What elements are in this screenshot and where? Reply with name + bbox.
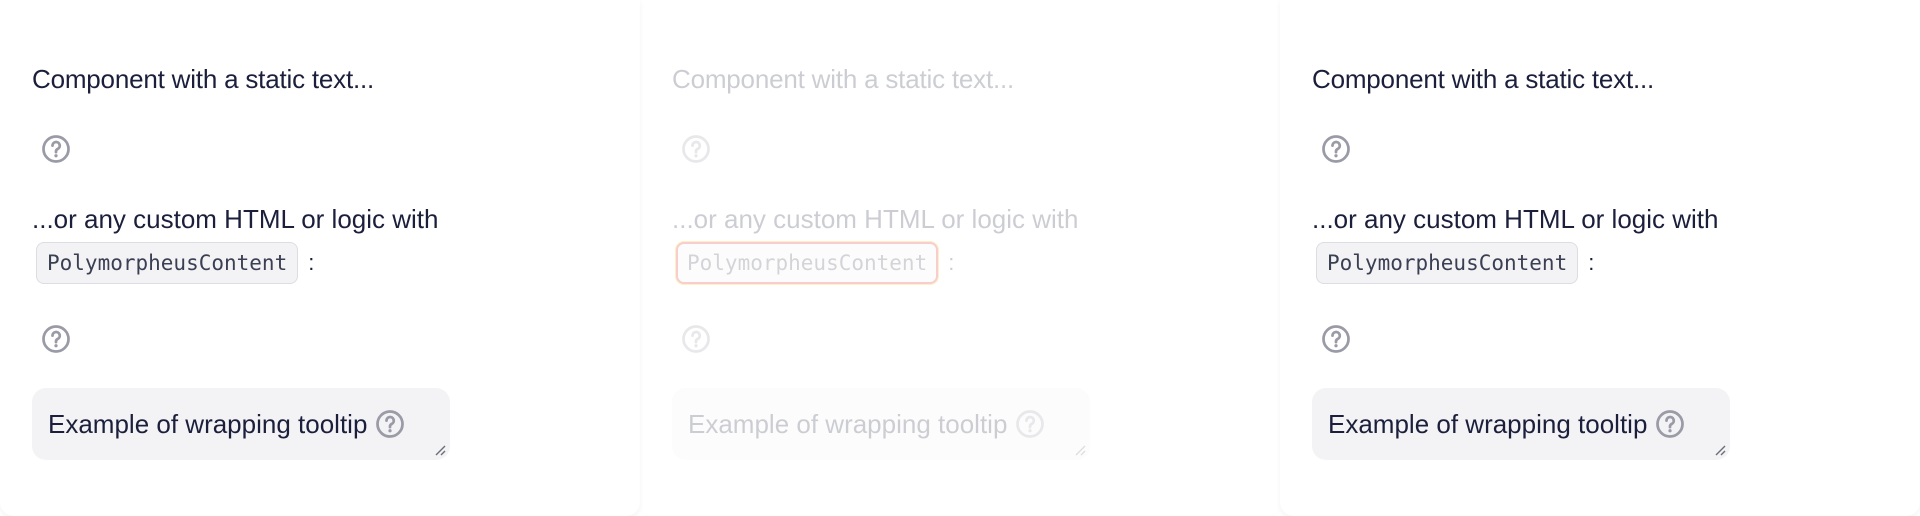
static-text-label: Component with a static text... bbox=[672, 64, 1015, 94]
static-text-label: Component with a static text... bbox=[32, 64, 375, 94]
question-circle-icon bbox=[1016, 410, 1045, 438]
code-line: PolymorpheusContent : bbox=[676, 242, 954, 284]
textarea-value: Example of wrapping tooltip bbox=[1328, 408, 1648, 439]
code-line: PolymorpheusContent : bbox=[36, 242, 314, 284]
colon-text: : bbox=[308, 250, 315, 275]
textarea-help-button bbox=[1015, 409, 1045, 439]
colon-text: : bbox=[1588, 250, 1595, 275]
resize-handle-icon bbox=[1075, 445, 1086, 456]
question-circle-icon bbox=[1656, 410, 1685, 438]
textarea-value: Example of wrapping tooltip bbox=[688, 408, 1008, 439]
question-circle-icon bbox=[1322, 135, 1350, 163]
question-circle-icon bbox=[42, 325, 70, 353]
colon-text: : bbox=[948, 250, 955, 275]
textarea-help-button[interactable] bbox=[1655, 409, 1685, 439]
textarea-help-button[interactable] bbox=[375, 409, 405, 439]
help-hint-button bbox=[680, 133, 712, 165]
resize-handle-icon[interactable] bbox=[432, 442, 446, 456]
wrapping-textarea[interactable]: Example of wrapping tooltip bbox=[1312, 388, 1730, 460]
wrapping-textarea: Example of wrapping tooltip bbox=[672, 388, 1090, 460]
code-chip: PolymorpheusContent bbox=[1316, 242, 1579, 284]
demo-panel-1: Component with a static text... ...or an… bbox=[0, 0, 640, 516]
textarea-value: Example of wrapping tooltip bbox=[48, 408, 368, 439]
help-hint-button[interactable] bbox=[40, 323, 72, 355]
custom-content-label: ...or any custom HTML or logic with bbox=[1312, 204, 1719, 234]
question-circle-icon bbox=[1322, 325, 1350, 353]
custom-content-label: ...or any custom HTML or logic with bbox=[672, 204, 1079, 234]
demo-panels: Component with a static text... ...or an… bbox=[0, 0, 1920, 516]
help-hint-button[interactable] bbox=[40, 133, 72, 165]
static-text-label: Component with a static text... bbox=[1312, 64, 1655, 94]
help-hint-button[interactable] bbox=[1320, 323, 1352, 355]
wrapping-textarea[interactable]: Example of wrapping tooltip bbox=[32, 388, 450, 460]
question-circle-icon bbox=[682, 325, 710, 353]
question-circle-icon bbox=[42, 135, 70, 163]
code-chip: PolymorpheusContent bbox=[36, 242, 299, 284]
question-circle-icon bbox=[376, 410, 405, 438]
demo-panel-3: Component with a static text... ...or an… bbox=[1280, 0, 1920, 516]
custom-content-label: ...or any custom HTML or logic with bbox=[32, 204, 439, 234]
question-circle-icon bbox=[682, 135, 710, 163]
resize-handle-icon[interactable] bbox=[1712, 442, 1726, 456]
help-hint-button bbox=[680, 323, 712, 355]
demo-panel-2-disabled: Component with a static text... ...or an… bbox=[640, 0, 1280, 516]
code-chip: PolymorpheusContent bbox=[676, 242, 939, 284]
code-line: PolymorpheusContent : bbox=[1316, 242, 1594, 284]
help-hint-button[interactable] bbox=[1320, 133, 1352, 165]
